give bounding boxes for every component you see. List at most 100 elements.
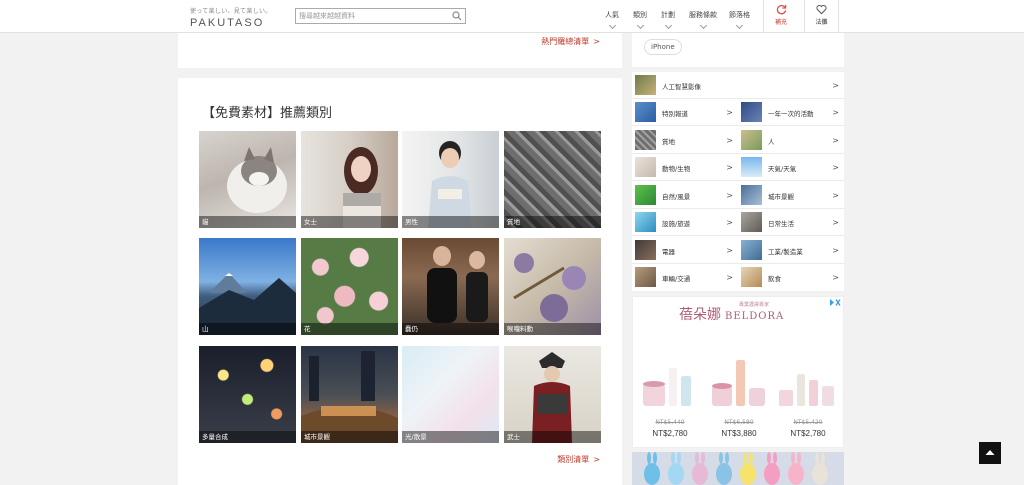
product-image [643,368,691,406]
sidebar-item-label: 工業/製造業 [768,248,803,256]
sidebar-item-cityscape[interactable]: 城市景觀 > [738,182,844,209]
chevron-right-icon: > [832,81,839,90]
category-tile-throat[interactable]: 喉嚨料動 [504,238,601,335]
back-to-top-button[interactable] [979,442,1001,464]
search-input[interactable] [296,9,446,23]
category-tile-cat[interactable]: 貓 [199,131,296,228]
tile-caption: 花 [301,323,398,335]
nav-blog[interactable]: 節落格 [729,10,750,30]
popular-card: 熱門羅總清單 > [178,33,622,68]
sidebar-item-daily-life[interactable]: 日常生活 > [738,209,844,236]
category-thumb [635,185,656,205]
sidebar-item-annual-events[interactable]: 一年一次的活動 > [738,99,844,126]
sidebar-item-nature[interactable]: 自然/風景 > [632,182,738,209]
category-tile-woman[interactable]: 女士 [301,131,398,228]
tile-caption: 質地 [504,216,601,228]
tile-caption: 城市景觀 [301,431,398,443]
old-price: NT$6,580 [724,419,754,426]
toy-figures-image [644,452,828,485]
logo-wordmark: PAKUTASO [190,17,265,29]
chevron-right-icon: > [726,108,733,117]
chevron-right-icon: > [832,108,839,117]
category-tile-cityscape[interactable]: 城市景觀 [301,346,398,443]
top-navbar: 使って楽しい、見て楽しい。 PAKUTASO 人氣 類別 計劃 服務條款 節落格… [0,0,1024,33]
ad-close-icon[interactable] [829,298,841,307]
tile-caption: 光/散景 [402,431,499,443]
nav-plans[interactable]: 計劃 [661,10,675,30]
samurai-photo [532,352,572,443]
sidebar-item-facilities[interactable]: 設施/旅遊 > [632,209,738,236]
sidebar-item-food[interactable]: 飲食 > [738,264,844,291]
sidebar-item-label: 質地 [662,138,675,146]
sidebar-item-special[interactable]: 特別報道 > [632,99,738,126]
nav-popular[interactable]: 人氣 [605,10,619,30]
chevron-down-icon [636,21,644,30]
sidebar-item-people[interactable]: 人 > [738,127,844,154]
category-tile-mountain[interactable]: 山 [199,238,296,335]
category-tile-bokeh[interactable]: 光/散景 [402,346,499,443]
chevron-right-icon: > [832,163,839,172]
nav-label: 服務條款 [689,11,717,19]
sidebar-item-texture[interactable]: 質地 > [632,127,738,154]
chevron-right-icon: > [726,136,733,145]
nav-terms[interactable]: 服務條款 [689,10,717,30]
ad-brand-cjk: 蓓朵娜 [679,307,721,323]
sidebar-item-label: 動物/生物 [662,165,691,173]
category-tile-flower[interactable]: 花 [301,238,398,335]
popular-list-link[interactable]: 熱門羅總清單 > [541,36,600,47]
sale-price: NT$3,880 [721,429,757,438]
chevron-right-icon: > [726,191,733,200]
favorites-button[interactable]: 法攤 [804,0,839,33]
sidebar-item-ai-images[interactable]: 人工智慧影像 > [632,72,844,99]
sidebar-item-industry[interactable]: 工業/製造業 > [738,237,844,264]
category-thumb [635,267,656,287]
nav-categories[interactable]: 類別 [633,10,647,30]
category-tile-texture[interactable]: 質地 [504,131,601,228]
chevron-down-icon [699,21,707,30]
advertisement-banner-2[interactable] [632,452,844,485]
tile-caption: 女士 [301,216,398,228]
arrow-up-icon [985,450,995,455]
category-thumb [741,240,762,260]
chevron-right-icon: > [832,273,839,282]
nav-label: 計劃 [661,11,675,19]
chevron-down-icon [735,21,744,30]
tag-box: iPhone [632,33,844,67]
tag-pill-iphone[interactable]: iPhone [644,39,682,55]
refresh-button[interactable]: 補充 [763,0,798,33]
nav-label: 節落格 [729,11,750,19]
tile-caption: 喉嚨料動 [504,323,601,335]
chevron-right-icon: > [832,136,839,145]
category-tile-man[interactable]: 男性 [402,131,499,228]
recommended-categories-card: 【免費素材】推薦類別 貓 女士 男性 質地 山 花 蠢仍 喉嚨料動 多量合成 城… [178,78,622,485]
nav-label: 類別 [633,11,647,19]
search-box [295,8,466,24]
nav-label: 人氣 [605,11,619,19]
category-list-link[interactable]: 類別清單 > [557,454,600,465]
link-text: 類別清單 [557,455,590,464]
sidebar-item-electronics[interactable]: 電器 > [632,237,738,264]
category-tile-funny[interactable]: 蠢仍 [402,238,499,335]
sidebar-item-label: 特別報道 [662,110,688,118]
chevron-down-icon [664,21,672,30]
category-tile-composite[interactable]: 多量合成 [199,346,296,443]
chevron-right-icon: > [832,191,839,200]
sidebar-item-label: 天氣/天氣 [768,165,797,173]
tile-caption: 山 [199,323,296,335]
woman-photo [343,147,381,228]
advertisement-beldora[interactable]: 蓓朵娜 BELDORA 專業護膚專家 NT$5,440 NT$6,580 NT$5… [632,296,844,448]
category-tile-samurai[interactable]: 武士 [504,346,601,443]
sidebar-item-weather[interactable]: 天氣/天氣 > [738,154,844,181]
tile-caption: 蠢仍 [402,323,499,335]
category-thumb [741,212,762,232]
sidebar-item-label: 一年一次的活動 [768,110,814,118]
sidebar-item-animals[interactable]: 動物/生物 > [632,154,738,181]
ad-brand-sub: 專業護膚專家 [739,302,770,308]
pakutaso-logo[interactable]: 使って楽しい、見て楽しい。 PAKUTASO [190,6,275,30]
category-thumb [741,185,762,205]
search-icon[interactable] [452,11,462,21]
chevron-right-icon: > [832,246,839,255]
sidebar-item-vehicles[interactable]: 車輛/交通 > [632,264,738,291]
category-thumb [741,267,762,287]
cat-photo [227,147,287,213]
